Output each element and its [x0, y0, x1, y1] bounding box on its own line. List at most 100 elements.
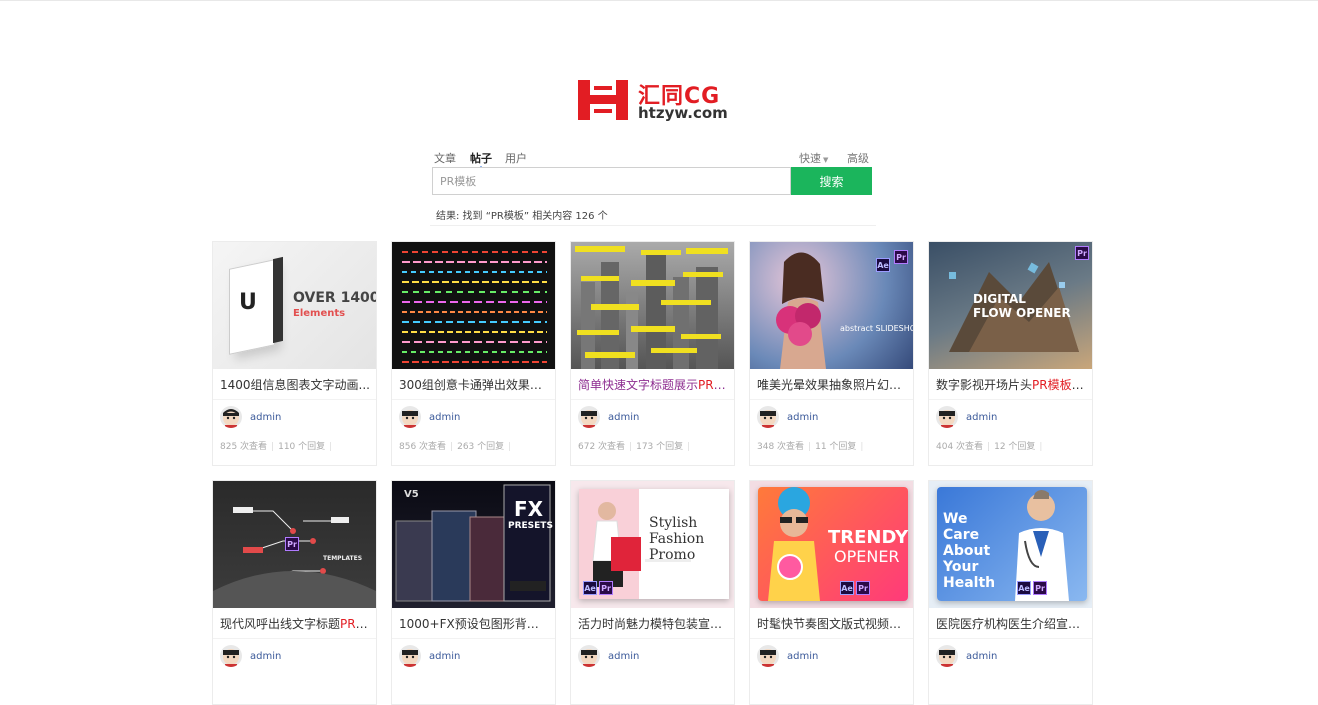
caret-down-icon: ▼ [823, 156, 829, 164]
title-text: 1000+FX预设包图形背景标... [399, 617, 549, 631]
card-title[interactable]: 300组创意卡通弹出效果文... [399, 376, 549, 393]
reply-count: 173 个回复 [636, 442, 684, 452]
author-avatar[interactable] [757, 645, 779, 667]
thumb-title: DIGITAL [973, 292, 1026, 306]
title-text: 数字影视开场片头 [936, 378, 1033, 392]
result-card[interactable]: Ae Pr abstract SLIDESHOW 唯美光晕效果抽象照片幻灯...… [749, 241, 914, 466]
card-divider [392, 638, 555, 639]
author-name[interactable]: admin [250, 651, 281, 662]
result-divider [430, 225, 876, 226]
pr-badge-icon: Pr [285, 537, 299, 551]
title-text: 唯美光晕效果抽象照片幻灯... [757, 378, 907, 392]
card-title[interactable]: 医院医疗机构医生介绍宣传... [936, 615, 1086, 632]
card-thumbnail[interactable] [571, 242, 734, 369]
logo-text-en: htzyw.com [638, 104, 728, 122]
card-title[interactable]: 唯美光晕效果抽象照片幻灯... [757, 376, 907, 393]
author-name[interactable]: admin [250, 412, 281, 423]
thumb-subtitle: OPENER [834, 547, 900, 566]
card-thumbnail[interactable]: Stylish Fashion Promo Ae Pr [571, 481, 734, 608]
author-name[interactable]: admin [608, 412, 639, 423]
tab-users[interactable]: 用户 [505, 150, 527, 166]
result-card[interactable]: TRENDY OPENER Ae Pr 时髦快节奏图文版式视频片... admi… [749, 480, 914, 705]
author-avatar[interactable] [936, 645, 958, 667]
avatar-face-icon [939, 649, 955, 667]
view-count: 825 次查看 [220, 442, 268, 452]
box-side-graphic [273, 256, 283, 344]
author-name[interactable]: admin [429, 651, 460, 662]
result-card[interactable]: Pr TEMPLATES 现代风呼出线文字标题PR模... admin [212, 480, 377, 705]
card-title[interactable]: 简单快速文字标题展示PR模... [578, 376, 728, 393]
pr-badge-icon: Pr [894, 250, 908, 264]
avatar-face-icon [223, 409, 239, 428]
author-name[interactable]: admin [966, 412, 997, 423]
card-title[interactable]: 1000+FX预设包图形背景标... [399, 615, 549, 632]
avatar-face-icon [760, 410, 776, 428]
card-title[interactable]: 1400组信息图表文字动画... [220, 376, 370, 393]
author-avatar[interactable] [578, 645, 600, 667]
card-divider [392, 399, 555, 400]
card-title[interactable]: 现代风呼出线文字标题PR模... [220, 615, 370, 632]
author-avatar[interactable] [936, 406, 958, 428]
title-highlight: PR模... [340, 617, 370, 631]
author-avatar[interactable] [220, 645, 242, 667]
author-avatar[interactable] [399, 645, 421, 667]
top-border [0, 0, 1318, 1]
pr-badge-icon: Pr [1033, 581, 1047, 595]
search-input[interactable] [432, 167, 791, 195]
result-card[interactable]: Stylish Fashion Promo Ae Pr 活力时尚魅力模特包装宣传… [570, 480, 735, 705]
card-thumbnail[interactable]: Pr DIGITAL FLOW OPENER [929, 242, 1092, 369]
card-title[interactable]: 时髦快节奏图文版式视频片... [757, 615, 907, 632]
avatar-face-icon [402, 649, 418, 667]
result-card[interactable]: 简单快速文字标题展示PR模... admin 672 次查看|173 个回复| [570, 241, 735, 466]
author-name[interactable]: admin [429, 412, 460, 423]
card-divider [571, 638, 734, 639]
author-name[interactable]: admin [787, 651, 818, 662]
quick-search-dropdown[interactable]: 快速 ▼ [799, 150, 828, 166]
author-name[interactable]: admin [966, 651, 997, 662]
title-text: 现代风呼出线文字标题 [220, 617, 341, 631]
result-card[interactable]: We Care About Your Health Ae Pr 医院医疗机构医生… [928, 480, 1093, 705]
card-divider [750, 399, 913, 400]
author-name[interactable]: admin [787, 412, 818, 423]
tab-posts[interactable]: 帖子 [470, 150, 492, 169]
view-count: 856 次查看 [399, 442, 447, 452]
author-avatar[interactable] [399, 406, 421, 428]
card-thumbnail[interactable]: Ae Pr abstract SLIDESHOW [750, 242, 913, 369]
card-title[interactable]: 活力时尚魅力模特包装宣传... [578, 615, 728, 632]
stats-separator: | [271, 442, 275, 452]
thumb-version: V5 [404, 489, 419, 500]
stats-separator: | [508, 442, 512, 452]
result-card[interactable]: Pr DIGITAL FLOW OPENER 数字影视开场片头PR模板 ... … [928, 241, 1093, 466]
search-button[interactable]: 搜索 [791, 167, 872, 195]
card-thumbnail[interactable] [392, 242, 555, 369]
site-logo[interactable]: 汇同CG htzyw.com [576, 78, 736, 124]
stats-separator: | [1039, 442, 1043, 452]
card-title[interactable]: 数字影视开场片头PR模板 ... [936, 376, 1086, 393]
tab-articles[interactable]: 文章 [434, 150, 456, 166]
thumb-subtitle-4: Health [943, 575, 996, 591]
advanced-search-link[interactable]: 高级 [847, 150, 869, 166]
result-card[interactable]: 300组创意卡通弹出效果文... admin 856 次查看 | 263 个回复 | [391, 241, 556, 466]
author-avatar[interactable] [578, 406, 600, 428]
author-avatar[interactable] [757, 406, 779, 428]
card-thumbnail[interactable]: Pr TEMPLATES [213, 481, 376, 608]
result-summary: 结果: 找到 “PR模板” 相关内容 126 个 [436, 211, 608, 222]
card-thumbnail[interactable]: U OVER 1400 Elements [213, 242, 376, 369]
author-avatar[interactable] [220, 406, 242, 428]
card-thumbnail[interactable]: V5 FX PRESETS [392, 481, 555, 608]
quick-search-label: 快速 [799, 152, 821, 165]
card-thumbnail[interactable]: TRENDY OPENER Ae Pr [750, 481, 913, 608]
thumb-title: OVER 1400 [293, 290, 376, 306]
logo-u-icon: U [239, 290, 257, 315]
logo-h-icon [578, 80, 628, 120]
card-divider [750, 638, 913, 639]
reply-count: 12 个回复 [994, 442, 1036, 452]
card-thumbnail[interactable]: We Care About Your Health Ae Pr [929, 481, 1092, 608]
author-name[interactable]: admin [608, 651, 639, 662]
avatar-face-icon [760, 649, 776, 667]
result-card[interactable]: V5 FX PRESETS 1000+FX预设包图形背景标... admin [391, 480, 556, 705]
thumb-title: FX [514, 497, 544, 521]
title-text: 300组创意卡通弹出效果文... [399, 378, 549, 392]
avatar-face-icon [223, 649, 239, 667]
result-card[interactable]: U OVER 1400 Elements 1400组信息图表文字动画... ad… [212, 241, 377, 466]
